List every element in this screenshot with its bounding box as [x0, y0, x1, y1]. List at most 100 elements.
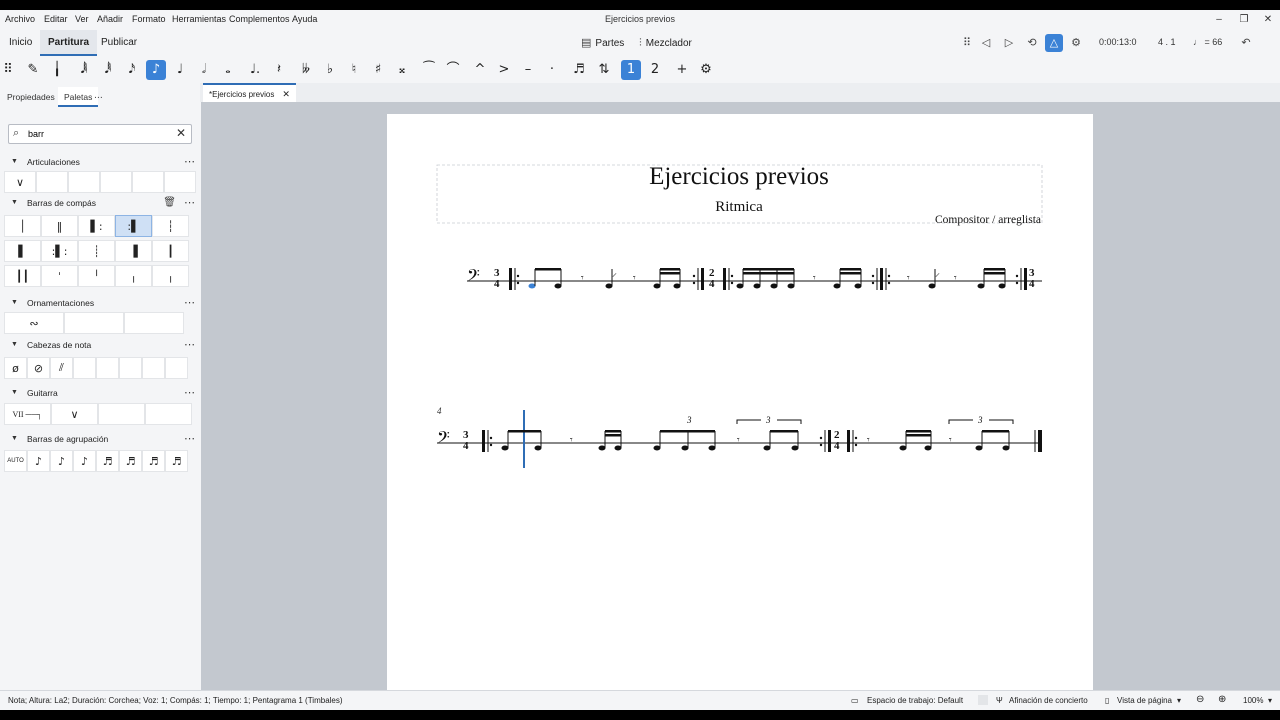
menu-ver[interactable]: Ver	[75, 14, 89, 24]
voice-1-icon[interactable]: 1	[621, 60, 641, 80]
restore-icon[interactable]: ❐	[1232, 12, 1256, 28]
section-menu-icon[interactable]: ⋯	[184, 296, 195, 309]
tab-inicio[interactable]: Inicio	[1, 30, 40, 56]
close-tab-icon[interactable]: ✕	[282, 89, 290, 99]
score-title[interactable]: Ejercicios previos	[649, 163, 829, 190]
section-menu-icon[interactable]: ⋯	[184, 338, 195, 351]
zoom-level[interactable]: 100%	[1243, 696, 1263, 705]
tenuto-icon[interactable]: –	[518, 60, 538, 80]
tuplet-number[interactable]: 3	[977, 415, 983, 425]
flip-direction-icon[interactable]: ⇅	[594, 60, 614, 80]
note[interactable]	[708, 445, 716, 451]
palette-cell-single-barline[interactable]: │	[4, 215, 41, 237]
barline-heavy[interactable]	[828, 430, 831, 452]
document-tab[interactable]: *Ejercicios previos ✕	[203, 83, 296, 102]
note[interactable]	[614, 445, 622, 451]
toolbar-handle-icon[interactable]: ⠿	[0, 60, 16, 80]
staccato-icon[interactable]: ·	[542, 60, 562, 80]
tab-propiedades[interactable]: Propiedades	[1, 87, 61, 107]
barline-heavy[interactable]	[1024, 268, 1027, 290]
palette-cell-turn[interactable]: ∾	[4, 312, 64, 334]
palette-cell-bowing[interactable]: ∨	[4, 171, 36, 193]
note[interactable]	[928, 283, 936, 289]
double-flat-icon[interactable]: 𝄫	[296, 60, 316, 80]
drag-handle-icon[interactable]: ⠿	[958, 34, 976, 52]
note[interactable]	[554, 283, 562, 289]
note[interactable]	[899, 445, 907, 451]
note[interactable]	[736, 283, 744, 289]
palette-cell-slash-notehead[interactable]: ⫽	[50, 357, 73, 379]
menu-herramientas[interactable]: Herramientas	[172, 14, 226, 24]
palette-cell-break-inner-16th[interactable]: ♬	[96, 450, 119, 472]
clear-search-icon[interactable]: ✕	[176, 126, 186, 140]
concert-pitch-label[interactable]: Afinación de concierto	[1009, 696, 1088, 705]
barline-heavy[interactable]	[723, 268, 726, 290]
toolbar-settings-icon[interactable]: ⚙	[696, 60, 716, 80]
score-page[interactable]: Ejercicios previos Ritmica Compositor / …	[387, 114, 1093, 700]
palette-cell-pluck[interactable]: ∨	[51, 403, 98, 425]
palette-cell-dotted-barline[interactable]: ┊	[78, 240, 115, 262]
palette-cell-no-beam[interactable]: ♪	[27, 450, 50, 472]
palette-cell-break-beam-left[interactable]: ♪	[50, 450, 73, 472]
palette-cell-empty[interactable]	[142, 357, 165, 379]
palette-cell-empty[interactable]	[100, 171, 132, 193]
system-2[interactable]: 4 𝄢 3 4 𝄾 3 3 𝄾 2 4 𝄾 3 𝄾	[437, 406, 1042, 468]
section-barras-de-agrupacion[interactable]: ▼ Barras de agrupación ⋯	[0, 432, 200, 448]
augmentation-dot-icon[interactable]: ♩.	[245, 60, 265, 80]
note[interactable]	[770, 283, 778, 289]
score-composer[interactable]: Compositor / arreglista	[935, 214, 1041, 226]
menu-ayuda[interactable]: Ayuda	[292, 14, 317, 24]
palette-cell-short-barline-2[interactable]: ╷	[115, 265, 152, 287]
duration-32nd-icon[interactable]: 𝅘𝅥𝅱	[98, 60, 118, 80]
section-cabezas-de-nota[interactable]: ▼ Cabezas de nota ⋯	[0, 338, 200, 354]
barline-heavy[interactable]	[880, 268, 883, 290]
duration-quarter-icon[interactable]: ♩	[170, 60, 190, 80]
view-mode-select[interactable]: Vista de página	[1117, 696, 1172, 705]
slur-icon[interactable]: ⌒	[443, 60, 463, 80]
double-sharp-icon[interactable]: 𝄪	[392, 60, 412, 80]
zoom-out-icon[interactable]: ⊖	[1196, 694, 1204, 705]
palette-cell-reverse-final[interactable]: ▐	[115, 240, 152, 262]
section-guitarra[interactable]: ▼ Guitarra ⋯	[0, 386, 200, 402]
palette-cell-empty[interactable]	[119, 357, 142, 379]
system-1[interactable]: 𝄢 3 4 𝄾 ⸝ 𝄾 2 4 𝄾 𝄾 ⸝ 𝄾 3 4	[467, 265, 1042, 290]
parts-button[interactable]: ▤ Partes	[581, 30, 624, 56]
palette-cell-empty[interactable]	[73, 357, 96, 379]
panel-more-icon[interactable]: ⋯	[88, 87, 109, 107]
note-selected[interactable]	[528, 283, 536, 289]
note-input-pen-icon[interactable]: ✎	[23, 60, 43, 80]
measure-1[interactable]: 𝄾 ⸝ 𝄾	[528, 268, 681, 289]
undo-icon[interactable]: ↶	[1237, 34, 1255, 52]
duration-16th-icon[interactable]: 𝅘𝅥𝅯	[122, 60, 142, 80]
note[interactable]	[653, 283, 661, 289]
palette-cell-start-repeat[interactable]: ▌:	[78, 215, 115, 237]
palette-cell-backslashed-notehead[interactable]: ⊘	[27, 357, 50, 379]
menu-complementos[interactable]: Complementos	[229, 14, 290, 24]
note[interactable]	[977, 283, 985, 289]
tuplet-number[interactable]: 3	[686, 415, 692, 425]
note[interactable]	[763, 445, 771, 451]
metronome-icon[interactable]: △	[1045, 34, 1063, 52]
note-input-mode-icon[interactable]: ╽	[47, 60, 67, 80]
minimize-icon[interactable]: –	[1207, 12, 1231, 28]
palette-cell-empty[interactable]	[68, 171, 100, 193]
tuplet-number[interactable]: 3	[765, 415, 771, 425]
note[interactable]	[534, 445, 542, 451]
section-articulaciones[interactable]: ▼ Articulaciones ⋯	[0, 155, 200, 171]
trash-icon[interactable]: 🗑	[163, 197, 176, 208]
note[interactable]	[924, 445, 932, 451]
palette-cell-short-barline[interactable]: ╵	[78, 265, 115, 287]
zoom-chevron-down-icon[interactable]: ▾	[1268, 696, 1272, 705]
voice-2-icon[interactable]: 2	[645, 60, 665, 80]
measure-2[interactable]: 𝄾	[736, 268, 862, 289]
section-ornamentaciones[interactable]: ▼ Ornamentaciones ⋯	[0, 296, 200, 312]
palette-cell-barre[interactable]: VII ──┐	[4, 403, 51, 425]
palette-cell-feathered-2[interactable]: ♬	[165, 450, 188, 472]
palette-cell-auto-beam[interactable]: AUTO	[4, 450, 27, 472]
measure-3[interactable]: 𝄾 ⸝ 𝄾	[907, 268, 1006, 289]
note[interactable]	[854, 283, 862, 289]
score-canvas[interactable]: Ejercicios previos Ritmica Compositor / …	[201, 102, 1280, 700]
palette-cell-double-barline[interactable]: ‖	[41, 215, 78, 237]
rewind-icon[interactable]: ◁	[977, 34, 995, 52]
note[interactable]	[1002, 445, 1010, 451]
